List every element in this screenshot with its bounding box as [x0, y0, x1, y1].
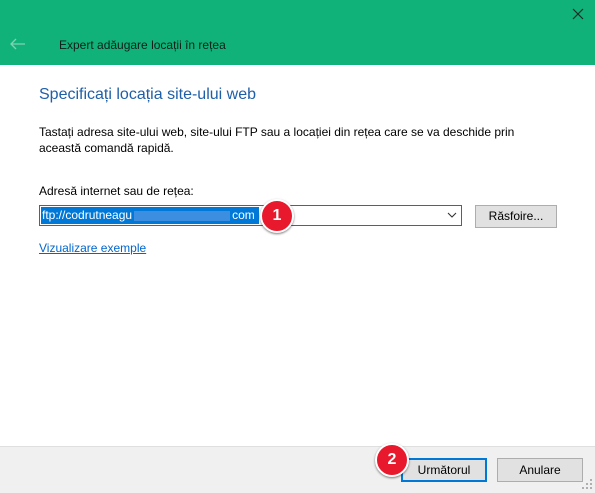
close-button[interactable]	[567, 4, 589, 24]
address-label: Adresă internet sau de rețea:	[39, 184, 194, 198]
cancel-button[interactable]: Anulare	[497, 458, 583, 482]
address-value-end: com	[232, 208, 255, 222]
address-selected-text[interactable]: ftp://codrutneagu com	[41, 207, 259, 224]
redacted-block	[134, 210, 231, 221]
page-heading: Specificați locația site-ului web	[39, 86, 256, 103]
view-examples-link[interactable]: Vizualizare exemple	[39, 241, 146, 255]
page-description: Tastați adresa site-ului web, site-ului …	[39, 125, 515, 155]
title-bar: Expert adăugare locații în rețea	[0, 0, 595, 65]
next-button[interactable]: Următorul	[401, 458, 487, 482]
browse-button[interactable]: Răsfoire...	[475, 205, 557, 228]
resize-grip-icon[interactable]	[581, 478, 593, 490]
step-badge-1: 1	[260, 199, 294, 233]
back-arrow-icon[interactable]	[10, 38, 26, 50]
address-combobox[interactable]: ftp://codrutneagu com	[39, 205, 462, 226]
address-value-start: ftp://codrutneagu	[42, 208, 133, 222]
wizard-title: Expert adăugare locații în rețea	[59, 38, 226, 52]
chevron-down-icon[interactable]	[447, 211, 457, 219]
step-badge-2: 2	[375, 443, 409, 477]
close-icon	[572, 8, 584, 20]
